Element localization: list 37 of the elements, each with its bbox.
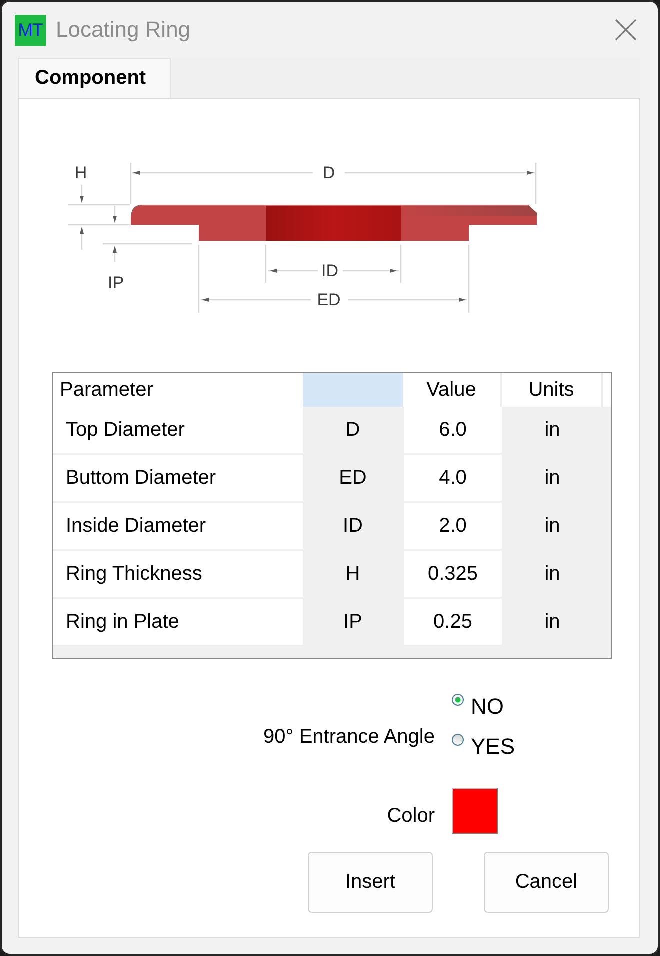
dimension-label: D xyxy=(322,164,336,182)
field-label: 90° Entrance Angle xyxy=(262,726,435,748)
close-icon xyxy=(615,19,637,41)
table-cell: 0.25 xyxy=(404,599,502,645)
tab[interactable]: Component xyxy=(18,58,171,98)
app-logo: MT xyxy=(15,14,46,46)
table-cell: Top Diameter xyxy=(53,407,303,453)
dimension-label: H xyxy=(74,164,88,182)
dimension-label: ID xyxy=(322,262,338,280)
extension-line xyxy=(68,224,130,226)
radio-button[interactable] xyxy=(452,734,464,746)
dimension-label: ED xyxy=(317,290,341,310)
field-label: Color xyxy=(386,805,435,827)
table-cell: Buttom Diameter xyxy=(53,455,303,501)
radio-label[interactable]: YES xyxy=(471,734,516,760)
dialog-button[interactable]: Cancel xyxy=(484,852,609,913)
window-title: Locating Ring xyxy=(56,17,192,43)
extension-line xyxy=(198,245,200,313)
color-swatch-icon[interactable] xyxy=(452,788,498,834)
radio-button[interactable] xyxy=(452,694,464,706)
dimension-line xyxy=(80,185,84,250)
table-cell: 6.0 xyxy=(404,407,502,453)
table-cell: Ring in Plate xyxy=(53,599,303,645)
extension-line xyxy=(468,245,470,313)
close-button[interactable] xyxy=(615,19,637,41)
table-cell: Ring Thickness xyxy=(53,551,303,597)
table-cell: 4.0 xyxy=(404,455,502,501)
table-cell: 0.325 xyxy=(404,551,502,597)
extension-line xyxy=(535,163,537,204)
dimension-line xyxy=(113,206,117,262)
extension-line xyxy=(265,245,267,283)
dialog-button[interactable]: Insert xyxy=(308,852,433,913)
dimension-label: IP xyxy=(108,274,124,292)
extension-line xyxy=(400,245,402,283)
table-cell: Inside Diameter xyxy=(53,503,303,549)
radio-label[interactable]: NO xyxy=(471,694,504,720)
table-cell: 2.0 xyxy=(404,503,502,549)
